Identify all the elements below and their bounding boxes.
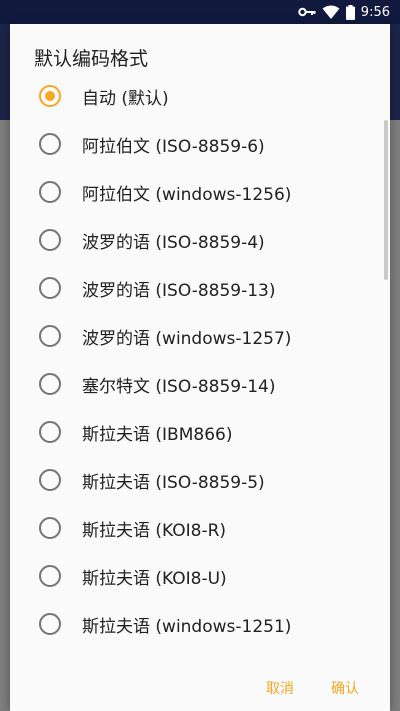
radio-unchecked-icon[interactable] xyxy=(39,229,61,251)
encoding-option[interactable]: 斯拉夫语 (KOI8-U) xyxy=(10,552,390,600)
dialog-title: 默认编码格式 xyxy=(34,48,149,70)
encoding-option[interactable]: 波罗的语 (ISO-8859-13) xyxy=(10,264,390,312)
wifi-icon xyxy=(322,5,340,19)
radio-unchecked-icon[interactable] xyxy=(39,133,61,155)
option-label: 阿拉伯文 (ISO-8859-6) xyxy=(82,137,265,157)
radio-unchecked-icon[interactable] xyxy=(39,613,61,635)
option-label: 塞尔特文 (ISO-8859-14) xyxy=(82,377,276,397)
option-label: 阿拉伯文 (windows-1256) xyxy=(82,185,292,205)
radio-unchecked-icon[interactable] xyxy=(39,565,61,587)
option-label: 波罗的语 (ISO-8859-4) xyxy=(82,233,265,253)
cancel-button[interactable]: 取消 xyxy=(260,674,300,702)
key-icon xyxy=(298,6,316,18)
confirm-button[interactable]: 确认 xyxy=(325,674,365,702)
radio-unchecked-icon[interactable] xyxy=(39,373,61,395)
encoding-option[interactable]: 阿拉伯文 (ISO-8859-6) xyxy=(10,120,390,168)
option-label: 斯拉夫语 (IBM866) xyxy=(82,425,233,445)
option-label: 斯拉夫语 (KOI8-R) xyxy=(82,521,227,541)
option-label: 斯拉夫语 (KOI8-U) xyxy=(82,569,227,589)
option-label: 斯拉夫语 (windows-1251) xyxy=(82,617,292,637)
option-label: 自动 (默认) xyxy=(82,89,169,109)
radio-unchecked-icon[interactable] xyxy=(39,517,61,539)
encoding-option[interactable]: 斯拉夫语 (windows-1251) xyxy=(10,600,390,648)
option-label: 斯拉夫语 (ISO-8859-5) xyxy=(82,473,265,493)
option-label: 波罗的语 (ISO-8859-13) xyxy=(82,281,276,301)
encoding-option[interactable]: 波罗的语 (ISO-8859-4) xyxy=(10,216,390,264)
dialog-actions: 取消 确认 xyxy=(10,668,390,700)
encoding-option[interactable]: 斯拉夫语 (ISO-8859-5) xyxy=(10,456,390,504)
encoding-options-list: 自动 (默认) 阿拉伯文 (ISO-8859-6) 阿拉伯文 (windows-12… xyxy=(10,72,390,648)
encoding-option[interactable]: 塞尔特文 (ISO-8859-14) xyxy=(10,360,390,408)
status-icons: 9:56 xyxy=(298,3,390,21)
radio-unchecked-icon[interactable] xyxy=(39,277,61,299)
encoding-option[interactable]: 波罗的语 (windows-1257) xyxy=(10,312,390,360)
radio-unchecked-icon[interactable] xyxy=(39,325,61,347)
option-label: 波罗的语 (windows-1257) xyxy=(82,329,292,349)
encoding-dialog: 默认编码格式 自动 (默认) 阿拉伯文 (ISO-8859-6) 阿拉伯文 (win… xyxy=(10,24,390,711)
radio-checked-icon[interactable] xyxy=(39,85,61,107)
scrollbar[interactable] xyxy=(384,120,388,280)
radio-unchecked-icon[interactable] xyxy=(39,181,61,203)
radio-unchecked-icon[interactable] xyxy=(39,469,61,491)
encoding-option[interactable]: 斯拉夫语 (IBM866) xyxy=(10,408,390,456)
encoding-option[interactable]: 斯拉夫语 (KOI8-R) xyxy=(10,504,390,552)
encoding-option[interactable]: 自动 (默认) xyxy=(10,72,390,120)
status-bar: 9:56 xyxy=(0,0,400,24)
encoding-option[interactable]: 阿拉伯文 (windows-1256) xyxy=(10,168,390,216)
radio-unchecked-icon[interactable] xyxy=(39,421,61,443)
status-time: 9:56 xyxy=(360,4,390,20)
battery-icon xyxy=(345,4,355,20)
